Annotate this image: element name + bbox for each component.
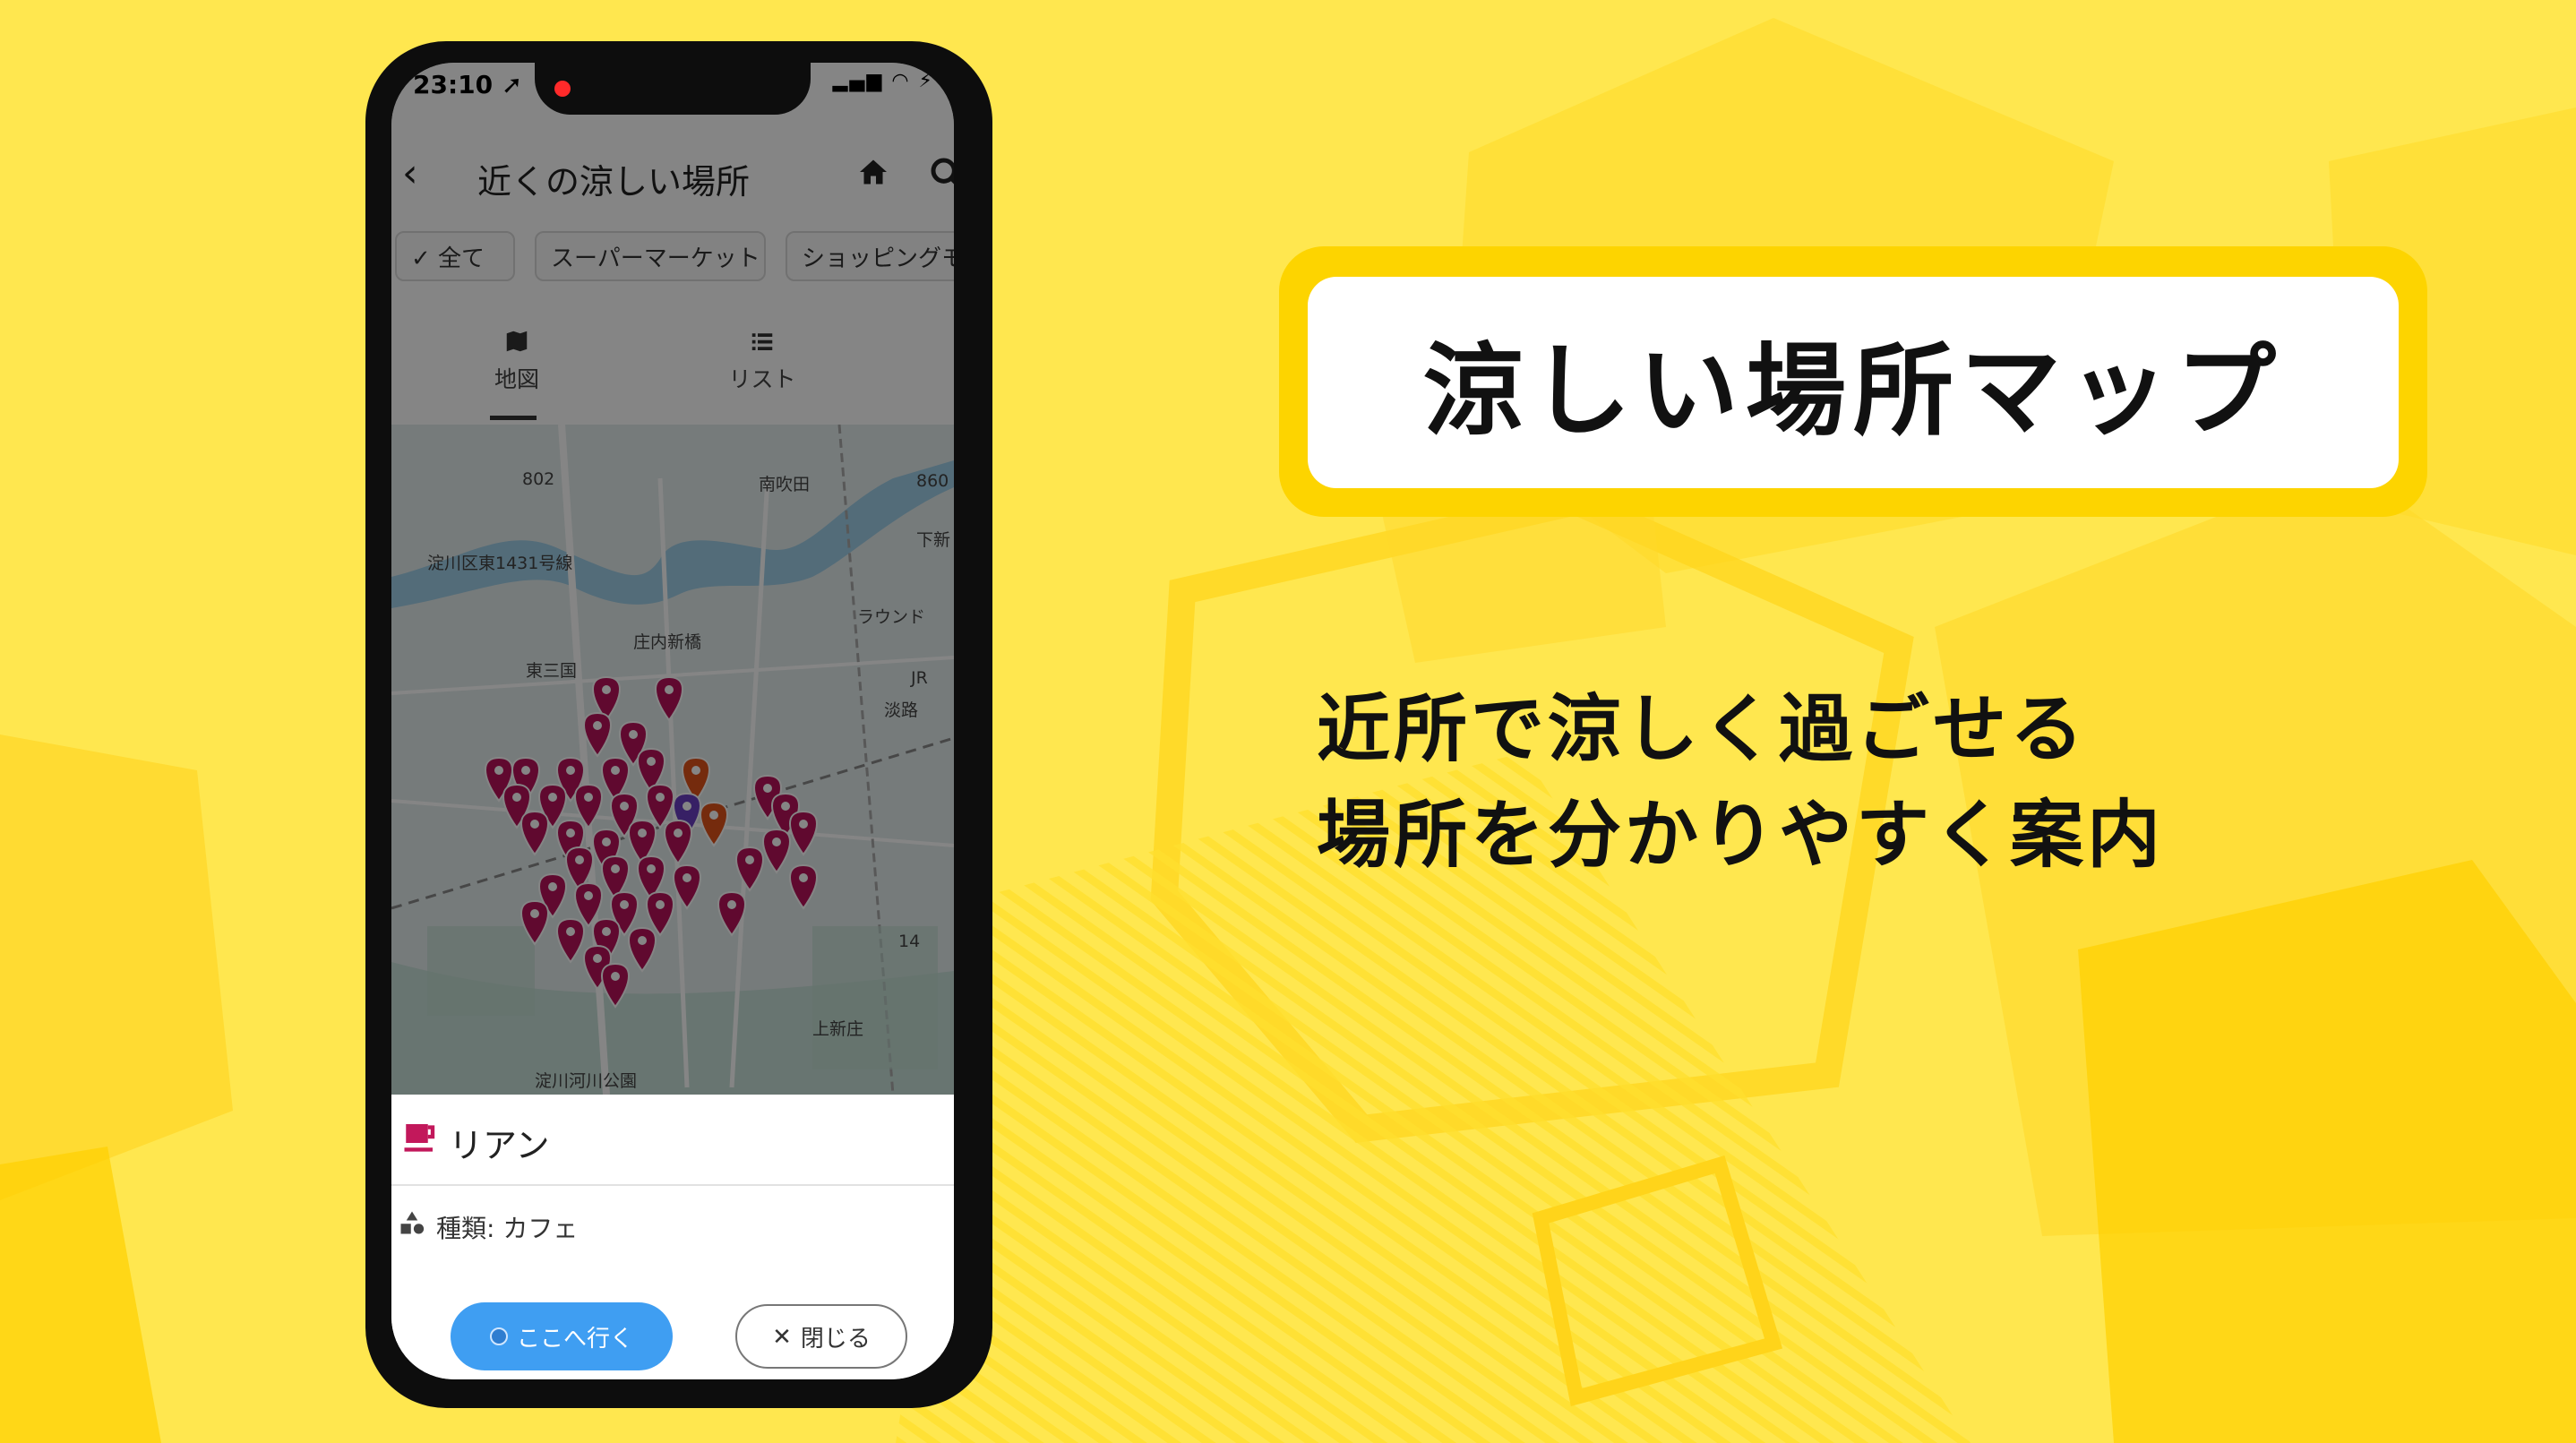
place-bottom-sheet: リアン 種類: カフェ ここへ行く ✕ 閉じる [391,1095,954,1379]
promo-line-2: 場所を分かりやすく案内 [1317,793,2165,878]
promo-line-1: 近所で涼しく過ごせる [1317,687,2088,772]
place-name: リアン [449,1126,550,1165]
go-here-label: ここへ行く [516,1324,633,1352]
modal-overlay[interactable] [391,63,954,1095]
title-panel: 涼しい場所マップ [1308,277,2399,488]
promo-title: 涼しい場所マップ [1423,333,2283,450]
navigate-icon [489,1327,508,1345]
go-here-button[interactable]: ここへ行く [451,1302,673,1370]
recording-indicator [554,81,571,97]
cafe-icon [404,1124,435,1152]
category-icon [400,1211,425,1234]
sheet-divider [391,1184,954,1186]
place-type: 種類: カフェ [436,1214,579,1243]
promo-description: 近所で涼しく過ごせる 場所を分かりやすく案内 [1317,677,2164,889]
phone-notch [535,63,811,115]
close-button[interactable]: ✕ 閉じる [735,1304,907,1369]
phone-screen: 23:10 ➚ ▂▄▆ ◠ ⚡ ‹ 近くの涼しい場所 ✓ 全て スーパーマーケッ… [391,63,954,1379]
close-label: 閉じる [800,1324,871,1352]
close-icon: ✕ [772,1322,792,1350]
